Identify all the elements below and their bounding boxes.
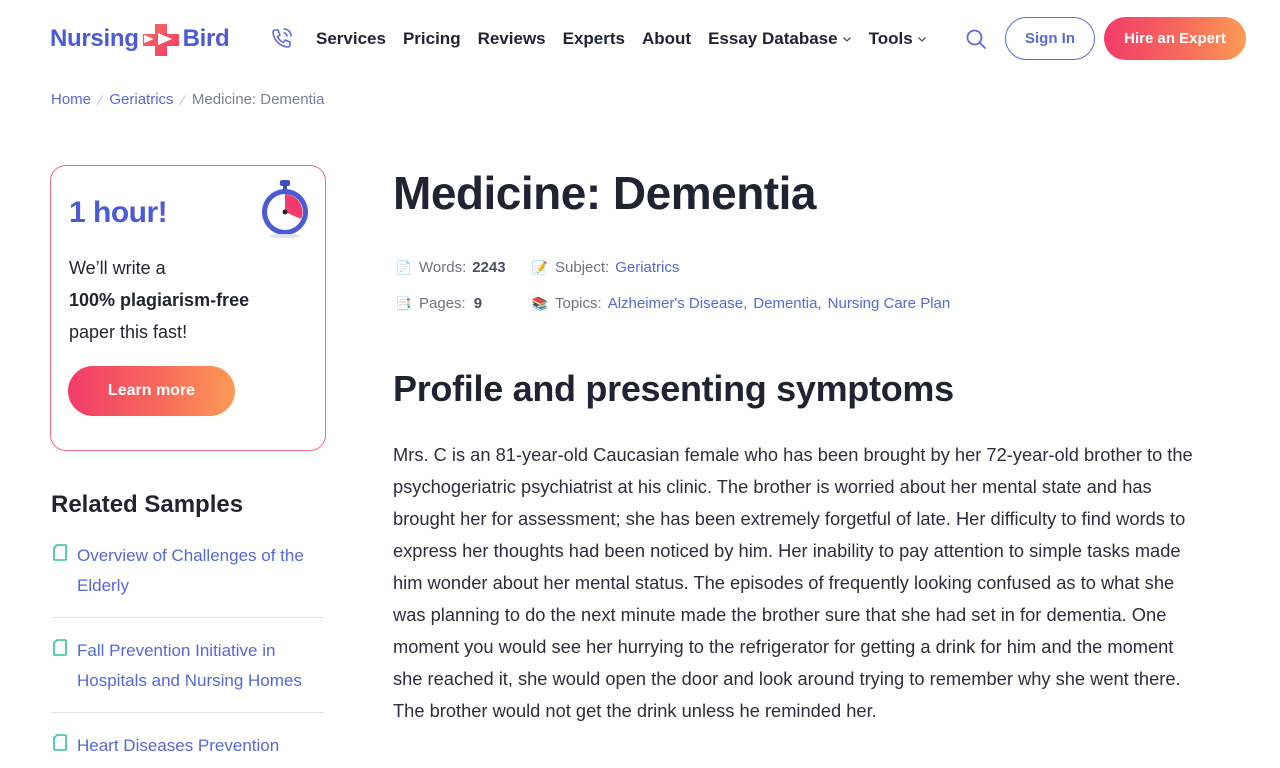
topic-link[interactable]: Nursing Care Plan [828, 295, 951, 312]
meta-pages: 📑 Pages: 9 [395, 295, 482, 312]
meta-pages-label: Pages: [419, 295, 466, 312]
promo-card: 1 hour! We’ll write a 100% plagiarism-fr… [50, 165, 326, 451]
nav-tools[interactable]: Tools [869, 28, 927, 50]
nav-essay-database[interactable]: Essay Database [708, 28, 851, 50]
nav-tools-label: Tools [868, 29, 913, 48]
memo-icon: 📝 [531, 259, 549, 275]
meta-topics-label: Topics: [555, 295, 602, 312]
breadcrumb-separator-icon: ⁄ [181, 91, 184, 108]
site-logo[interactable]: Nursing Bird [50, 22, 230, 56]
promo-line-3: paper this fast! [69, 322, 188, 342]
phone-icon[interactable] [270, 26, 294, 50]
breadcrumb-separator-icon: ⁄ [99, 91, 102, 108]
related-samples-heading: Related Samples [51, 491, 244, 518]
meta-subject: 📝 Subject: Geriatrics [531, 259, 679, 276]
page-title: Medicine: Dementia [393, 167, 817, 219]
breadcrumb-home[interactable]: Home [51, 91, 91, 108]
article-paragraph: Mrs. C is an 81-year-old Caucasian femal… [393, 444, 1193, 721]
books-icon: 📚 [531, 295, 549, 311]
topic-link[interactable]: Alzheimer's Disease [608, 295, 743, 312]
meta-subject-label: Subject: [555, 259, 610, 276]
chevron-down-icon [842, 37, 851, 42]
nav-experts[interactable]: Experts [563, 28, 625, 50]
breadcrumb-current: Medicine: Dementia [191, 91, 325, 108]
divider [51, 617, 324, 618]
divider [51, 712, 324, 713]
search-icon[interactable] [964, 27, 988, 51]
document-icon [53, 544, 67, 561]
related-sample-link[interactable]: Overview of Challenges of the Elderly [77, 541, 327, 601]
meta-words-value: 2243 [472, 259, 506, 276]
nav-reviews-label: Reviews [477, 29, 546, 48]
nav-pricing[interactable]: Pricing [403, 28, 461, 50]
topic-comma: , [817, 295, 822, 312]
nav-reviews[interactable]: Reviews [478, 28, 546, 50]
meta-topics: 📚 Topics: Alzheimer's Disease, Dementia,… [531, 295, 950, 312]
topic-comma: , [743, 295, 748, 312]
topic-link[interactable]: Dementia [753, 295, 817, 312]
nav-essay-database-label: Essay Database [708, 29, 838, 48]
learn-more-button[interactable]: Learn more [68, 366, 235, 416]
main-nav: Services Pricing Reviews Experts About E… [316, 28, 944, 50]
related-sample-item[interactable]: Overview of Challenges of the Elderly [51, 541, 324, 619]
nav-services[interactable]: Services [316, 28, 386, 50]
logo-text-bird: Bird [182, 25, 230, 52]
site-header: Nursing Bird Services Pricing Reviews Ex… [0, 0, 1280, 78]
section-heading: Profile and presenting symptoms [393, 368, 954, 409]
nav-about-label: About [642, 29, 692, 48]
bird-cross-logo-icon [142, 24, 179, 56]
breadcrumb: Home ⁄ Geriatrics ⁄ Medicine: Dementia [51, 91, 324, 108]
meta-subject-link[interactable]: Geriatrics [615, 259, 679, 276]
document-icon [53, 639, 67, 656]
promo-line-1: We’ll write a [69, 258, 166, 278]
sign-in-button[interactable]: Sign In [1005, 17, 1095, 60]
document-icon [53, 734, 67, 751]
related-sample-item[interactable]: Heart Diseases Prevention [51, 731, 324, 763]
document-icon: 📄 [395, 259, 413, 275]
meta-words-label: Words: [419, 259, 467, 276]
related-sample-item[interactable]: Fall Prevention Initiative in Hospitals … [51, 636, 324, 714]
nav-pricing-label: Pricing [402, 29, 461, 48]
promo-line-2: 100% plagiarism-free [69, 290, 250, 310]
nav-experts-label: Experts [562, 29, 625, 48]
meta-pages-value: 9 [473, 295, 483, 312]
stopwatch-icon [262, 180, 308, 238]
related-sample-link[interactable]: Heart Diseases Prevention [77, 731, 327, 761]
chevron-down-icon [917, 37, 926, 42]
hire-expert-button[interactable]: Hire an Expert [1104, 17, 1246, 60]
breadcrumb-geriatrics[interactable]: Geriatrics [109, 91, 173, 108]
nav-about[interactable]: About [642, 28, 691, 50]
nav-services-label: Services [316, 29, 386, 48]
logo-text-nursing: Nursing [50, 25, 139, 52]
promo-headline: 1 hour! [69, 196, 168, 229]
related-sample-link[interactable]: Fall Prevention Initiative in Hospitals … [77, 636, 327, 696]
meta-words: 📄 Words: 2243 [395, 259, 506, 276]
pages-icon: 📑 [395, 295, 413, 311]
